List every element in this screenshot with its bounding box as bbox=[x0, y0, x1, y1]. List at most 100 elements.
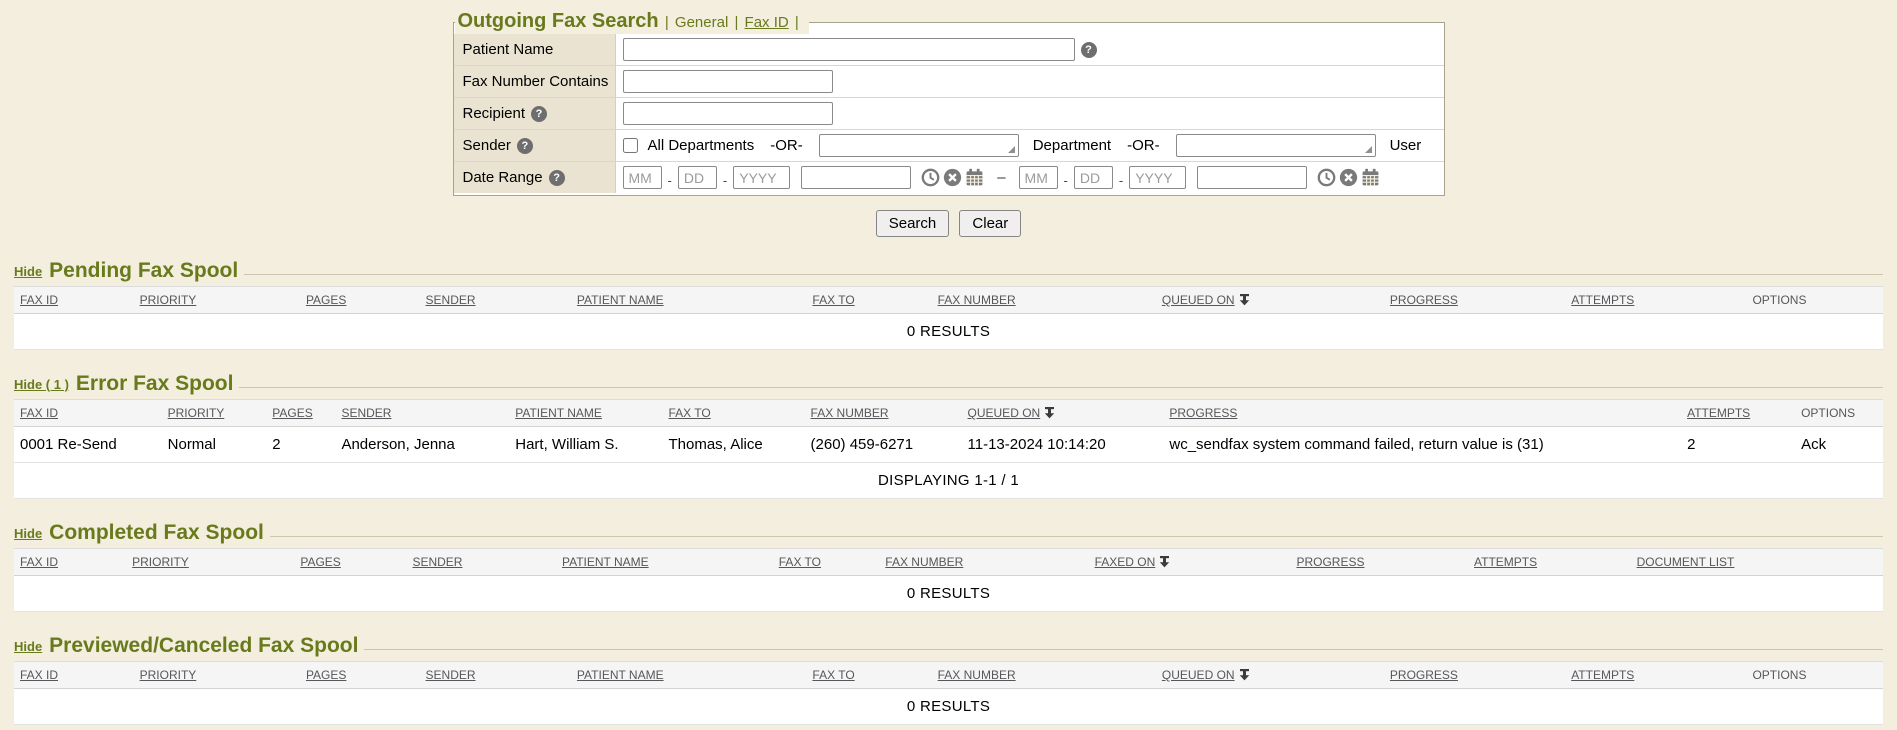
start-month-input[interactable] bbox=[623, 166, 662, 189]
column-sort-queued-on[interactable]: QUEUED ON bbox=[968, 406, 1041, 420]
column-sort-progress[interactable]: PROGRESS bbox=[1390, 293, 1458, 307]
column-sort-patient-name[interactable]: PATIENT NAME bbox=[515, 406, 602, 420]
column-sort-fax-id[interactable]: FAX ID bbox=[20, 293, 58, 307]
patient-name-input[interactable] bbox=[623, 38, 1075, 61]
nav-link-fax-id[interactable]: Fax ID bbox=[745, 14, 789, 31]
column-sort-sender[interactable]: SENDER bbox=[341, 406, 391, 420]
column-sort-pages[interactable]: PAGES bbox=[300, 555, 340, 569]
help-icon[interactable]: ? bbox=[531, 106, 547, 122]
calendar-icon[interactable] bbox=[965, 168, 984, 187]
start-year-input[interactable] bbox=[733, 166, 790, 189]
column-header-patient-name: PATIENT NAME bbox=[509, 400, 662, 427]
column-sort-faxed-on[interactable]: FAXED ON bbox=[1095, 555, 1156, 569]
hide-link-completed[interactable]: Hide bbox=[14, 526, 42, 541]
column-sort-patient-name[interactable]: PATIENT NAME bbox=[577, 668, 664, 682]
column-sort-fax-number[interactable]: FAX NUMBER bbox=[938, 293, 1016, 307]
sender-label-text: Sender bbox=[463, 137, 511, 154]
column-sort-sender[interactable]: SENDER bbox=[426, 668, 476, 682]
column-header-pages: PAGES bbox=[266, 400, 335, 427]
start-time-input[interactable] bbox=[801, 166, 911, 189]
column-header-priority: PRIORITY bbox=[134, 662, 300, 689]
date-range-dash: – bbox=[997, 169, 1005, 186]
column-sort-sender[interactable]: SENDER bbox=[426, 293, 476, 307]
end-month-input[interactable] bbox=[1019, 166, 1058, 189]
column-sort-fax-to[interactable]: FAX TO bbox=[669, 406, 711, 420]
column-sort-attempts[interactable]: ATTEMPTS bbox=[1571, 668, 1634, 682]
column-sort-fax-number[interactable]: FAX NUMBER bbox=[938, 668, 1016, 682]
all-departments-checkbox[interactable] bbox=[623, 138, 638, 153]
start-day-input[interactable] bbox=[678, 166, 717, 189]
fax-number-contains-input[interactable] bbox=[623, 70, 833, 93]
column-sort-fax-to[interactable]: FAX TO bbox=[812, 668, 854, 682]
column-sort-fax-id[interactable]: FAX ID bbox=[20, 406, 58, 420]
section-divider-line bbox=[364, 649, 1883, 650]
column-sort-fax-number[interactable]: FAX NUMBER bbox=[885, 555, 963, 569]
column-sort-fax-to[interactable]: FAX TO bbox=[779, 555, 821, 569]
date-part-separator: - bbox=[1064, 173, 1068, 188]
section-title: Previewed/Canceled Fax Spool bbox=[49, 634, 358, 658]
help-icon[interactable]: ? bbox=[517, 138, 533, 154]
end-year-input[interactable] bbox=[1129, 166, 1186, 189]
column-sort-queued-on[interactable]: QUEUED ON bbox=[1162, 293, 1235, 307]
end-time-input[interactable] bbox=[1197, 166, 1307, 189]
clear-button[interactable]: Clear bbox=[959, 210, 1021, 237]
column-sort-queued-on[interactable]: QUEUED ON bbox=[1162, 668, 1235, 682]
column-sort-fax-to[interactable]: FAX TO bbox=[812, 293, 854, 307]
column-sort-pages[interactable]: PAGES bbox=[272, 406, 312, 420]
column-sort-attempts[interactable]: ATTEMPTS bbox=[1474, 555, 1537, 569]
column-sort-fax-id[interactable]: FAX ID bbox=[20, 668, 58, 682]
column-sort-progress[interactable]: PROGRESS bbox=[1390, 668, 1458, 682]
column-header-pages: PAGES bbox=[300, 662, 420, 689]
date-part-separator: - bbox=[668, 173, 672, 188]
clock-icon[interactable] bbox=[1317, 168, 1336, 187]
column-sort-attempts[interactable]: ATTEMPTS bbox=[1687, 406, 1750, 420]
column-sort-priority[interactable]: PRIORITY bbox=[168, 406, 225, 420]
help-icon[interactable]: ? bbox=[549, 170, 565, 186]
clear-date-icon[interactable] bbox=[943, 168, 962, 187]
column-sort-priority[interactable]: PRIORITY bbox=[140, 668, 197, 682]
end-day-input[interactable] bbox=[1074, 166, 1113, 189]
recipient-input[interactable] bbox=[623, 102, 833, 125]
column-header-faxed-on: FAXED ON bbox=[1089, 549, 1291, 576]
section-title: Error Fax Spool bbox=[76, 372, 234, 396]
column-sort-pages[interactable]: PAGES bbox=[306, 668, 346, 682]
department-input[interactable] bbox=[819, 134, 1019, 157]
search-button[interactable]: Search bbox=[876, 210, 950, 237]
sort-descending-icon bbox=[1159, 555, 1170, 568]
column-sort-priority[interactable]: PRIORITY bbox=[140, 293, 197, 307]
nav-link-general[interactable]: General bbox=[675, 14, 728, 31]
column-sort-patient-name[interactable]: PATIENT NAME bbox=[562, 555, 649, 569]
column-header-document-list: DOCUMENT LIST bbox=[1631, 549, 1883, 576]
column-header-priority: PRIORITY bbox=[162, 400, 267, 427]
resize-grip-icon bbox=[1008, 146, 1015, 153]
column-sort-document-list[interactable]: DOCUMENT LIST bbox=[1637, 555, 1735, 569]
column-sort-patient-name[interactable]: PATIENT NAME bbox=[577, 293, 664, 307]
column-header-priority: PRIORITY bbox=[134, 287, 300, 314]
column-sort-priority[interactable]: PRIORITY bbox=[132, 555, 189, 569]
date-range-value-cell: - - – - - bbox=[616, 162, 1444, 193]
recipient-value-cell bbox=[616, 98, 1444, 129]
column-sort-pages[interactable]: PAGES bbox=[306, 293, 346, 307]
column-label-options: OPTIONS bbox=[1752, 668, 1806, 682]
table-row: 0001 Re-SendNormal2Anderson, JennaHart, … bbox=[14, 427, 1883, 463]
column-header-patient-name: PATIENT NAME bbox=[571, 662, 806, 689]
calendar-icon[interactable] bbox=[1361, 168, 1380, 187]
column-sort-attempts[interactable]: ATTEMPTS bbox=[1571, 293, 1634, 307]
column-sort-progress[interactable]: PROGRESS bbox=[1169, 406, 1237, 420]
column-sort-fax-number[interactable]: FAX NUMBER bbox=[811, 406, 889, 420]
hide-link-error[interactable]: Hide ( 1 ) bbox=[14, 377, 69, 392]
column-sort-sender[interactable]: SENDER bbox=[412, 555, 462, 569]
clear-date-icon[interactable] bbox=[1339, 168, 1358, 187]
date-range-label: Date Range ? bbox=[454, 162, 616, 193]
column-header-patient-name: PATIENT NAME bbox=[571, 287, 806, 314]
fax-number-row: Fax Number Contains bbox=[454, 66, 1444, 98]
hide-link-previewed[interactable]: Hide bbox=[14, 639, 42, 654]
column-sort-fax-id[interactable]: FAX ID bbox=[20, 555, 58, 569]
user-input[interactable] bbox=[1176, 134, 1376, 157]
fax-number-contains-label: Fax Number Contains bbox=[454, 66, 616, 97]
option-action-ack[interactable]: Ack bbox=[1801, 436, 1826, 453]
hide-link-pending[interactable]: Hide bbox=[14, 264, 42, 279]
clock-icon[interactable] bbox=[921, 168, 940, 187]
column-sort-progress[interactable]: PROGRESS bbox=[1296, 555, 1364, 569]
help-icon[interactable]: ? bbox=[1081, 42, 1097, 58]
